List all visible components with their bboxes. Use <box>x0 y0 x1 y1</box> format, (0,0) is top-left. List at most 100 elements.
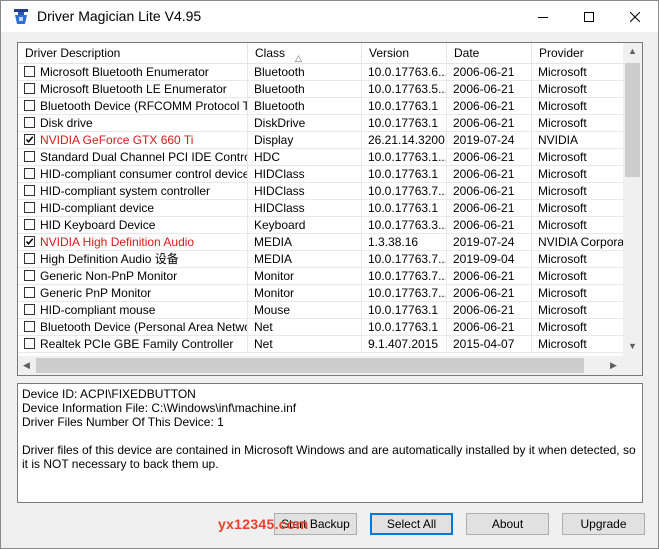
cell-text: Disk drive <box>40 116 93 130</box>
table-cell: 10.0.17763.1 <box>362 166 447 183</box>
cell-text: 10.0.17763.1 <box>368 201 439 215</box>
cell-text: Microsoft <box>538 320 587 334</box>
row-checkbox[interactable] <box>24 338 35 349</box>
close-icon[interactable] <box>612 1 658 32</box>
row-checkbox[interactable] <box>24 304 35 315</box>
cell-text: Microsoft Bluetooth LE Enumerator <box>40 82 227 96</box>
upgrade-button[interactable]: Upgrade <box>562 513 645 535</box>
horizontal-scroll-thumb[interactable] <box>36 358 584 373</box>
cell-text: 10.0.17763.1 <box>368 303 439 317</box>
cell-text: Monitor <box>254 286 295 300</box>
row-checkbox[interactable] <box>24 66 35 77</box>
table-row[interactable]: HID-compliant device HIDClass 10.0.17763.1… <box>18 200 623 217</box>
table-row[interactable]: HID-compliant system controller HIDClass 1… <box>18 183 623 200</box>
cell-text: HID-compliant mouse <box>40 303 156 317</box>
scroll-left-icon[interactable]: ◀ <box>18 360 35 371</box>
cell-text: 2006-06-21 <box>453 320 515 334</box>
row-checkbox[interactable] <box>24 185 35 196</box>
driver-list[interactable]: Driver Description Class △ Version Date … <box>17 42 643 376</box>
table-row[interactable]: Realtek PCIe GBE Family Controller Net 9.1… <box>18 336 623 353</box>
cell-text: Realtek PCIe GBE Family Controller <box>40 337 234 351</box>
column-header-class-label: Class <box>255 46 286 60</box>
device-info-panel[interactable]: Device ID: ACPI\FIXEDBUTTON Device Infor… <box>17 383 643 503</box>
vertical-scroll-thumb[interactable] <box>625 63 640 177</box>
files-count-text: Driver Files Number Of This Device: 1 <box>22 415 224 429</box>
table-row[interactable]: HID-compliant mouse Mouse 10.0.17763.1 2006… <box>18 302 623 319</box>
row-checkbox[interactable] <box>24 321 35 332</box>
table-cell: 10.0.17763.1 <box>362 98 447 115</box>
table-cell: 2006-06-21 <box>447 200 532 217</box>
table-row[interactable]: Microsoft Bluetooth Enumerator Bluetooth 1… <box>18 64 623 81</box>
vertical-scrollbar[interactable]: ▲ ▼ <box>623 43 642 357</box>
cell-text: 2006-06-21 <box>453 218 515 232</box>
table-cell: Microsoft <box>532 302 623 319</box>
row-checkbox[interactable] <box>24 202 35 213</box>
table-cell: HID-compliant mouse <box>18 302 248 319</box>
cell-text: 10.0.17763.7... <box>368 184 447 198</box>
cell-text: Microsoft <box>538 269 587 283</box>
column-header-date[interactable]: Date <box>447 43 532 63</box>
table-row[interactable]: NVIDIA High Definition Audio MEDIA 1.3.38.… <box>18 234 623 251</box>
horizontal-scrollbar[interactable]: ◀ ▶ <box>18 356 623 375</box>
table-row[interactable]: NVIDIA GeForce GTX 660 Ti Display 26.21.14… <box>18 132 623 149</box>
row-checkbox[interactable] <box>24 270 35 281</box>
column-header-provider[interactable]: Provider <box>532 43 623 63</box>
backup-note-text: Driver files of this device are containe… <box>22 443 636 471</box>
table-row[interactable]: Generic PnP Monitor Monitor 10.0.17763.7..… <box>18 285 623 302</box>
row-checkbox[interactable] <box>24 236 35 247</box>
select-all-button[interactable]: Select All <box>370 513 453 535</box>
cell-text: Microsoft <box>538 337 587 351</box>
table-cell: 2006-06-21 <box>447 64 532 81</box>
title-bar[interactable]: Driver Magician Lite V4.95 <box>1 1 658 32</box>
row-checkbox[interactable] <box>24 83 35 94</box>
row-checkbox[interactable] <box>24 100 35 111</box>
row-checkbox[interactable] <box>24 134 35 145</box>
watermark-text: yx12345.com <box>218 516 309 532</box>
minimize-icon[interactable] <box>520 1 566 32</box>
table-row[interactable]: Disk drive DiskDrive 10.0.17763.1 2006-06-2… <box>18 115 623 132</box>
about-button[interactable]: About <box>466 513 549 535</box>
table-row[interactable]: Bluetooth Device (RFCOMM Protocol TDI) Bl… <box>18 98 623 115</box>
row-checkbox[interactable] <box>24 151 35 162</box>
cell-text: Keyboard <box>254 218 306 232</box>
table-row[interactable]: High Definition Audio 设备 MEDIA 10.0.17763.… <box>18 251 623 268</box>
table-row[interactable]: Generic Non-PnP Monitor Monitor 10.0.17763… <box>18 268 623 285</box>
cell-text: Bluetooth Device (RFCOMM Protocol TDI) <box>40 99 248 113</box>
table-cell: Microsoft Bluetooth Enumerator <box>18 64 248 81</box>
table-row[interactable]: HID-compliant consumer control device HID… <box>18 166 623 183</box>
cell-text: 10.0.17763.7... <box>368 286 447 300</box>
row-checkbox[interactable] <box>24 117 35 128</box>
table-cell: 2019-07-24 <box>447 132 532 149</box>
scroll-down-icon[interactable]: ▼ <box>624 341 641 351</box>
column-header-description[interactable]: Driver Description <box>18 43 248 63</box>
table-cell: Realtek PCIe GBE Family Controller <box>18 336 248 353</box>
scroll-right-icon[interactable]: ▶ <box>605 360 622 371</box>
scroll-up-icon[interactable]: ▲ <box>624 46 641 56</box>
table-row[interactable]: Microsoft Bluetooth LE Enumerator Bluetoo… <box>18 81 623 98</box>
cell-text: Microsoft <box>538 218 587 232</box>
table-row[interactable]: Standard Dual Channel PCI IDE Controller… <box>18 149 623 166</box>
cell-text: 2006-06-21 <box>453 184 515 198</box>
row-checkbox[interactable] <box>24 253 35 264</box>
table-cell: 2006-06-21 <box>447 302 532 319</box>
maximize-icon[interactable] <box>566 1 612 32</box>
row-checkbox[interactable] <box>24 168 35 179</box>
table-cell: 10.0.17763.7... <box>362 183 447 200</box>
table-cell: Keyboard <box>248 217 362 234</box>
table-cell: 2006-06-21 <box>447 183 532 200</box>
column-header-version[interactable]: Version <box>362 43 447 63</box>
table-row[interactable]: HID Keyboard Device Keyboard 10.0.17763.3.… <box>18 217 623 234</box>
row-checkbox[interactable] <box>24 219 35 230</box>
cell-text: Mouse <box>254 303 291 317</box>
cell-text: Net <box>254 320 273 334</box>
table-row[interactable]: Bluetooth Device (Personal Area Network)… <box>18 319 623 336</box>
table-cell: NVIDIA GeForce GTX 660 Ti <box>18 132 248 149</box>
row-checkbox[interactable] <box>24 287 35 298</box>
table-cell: Microsoft Bluetooth LE Enumerator <box>18 81 248 98</box>
cell-text: Microsoft <box>538 167 587 181</box>
table-cell: Microsoft <box>532 268 623 285</box>
table-cell: NVIDIA <box>532 132 623 149</box>
cell-text: Microsoft <box>538 252 587 266</box>
table-cell: 26.21.14.3200 <box>362 132 447 149</box>
column-header-class[interactable]: Class △ <box>248 43 362 63</box>
